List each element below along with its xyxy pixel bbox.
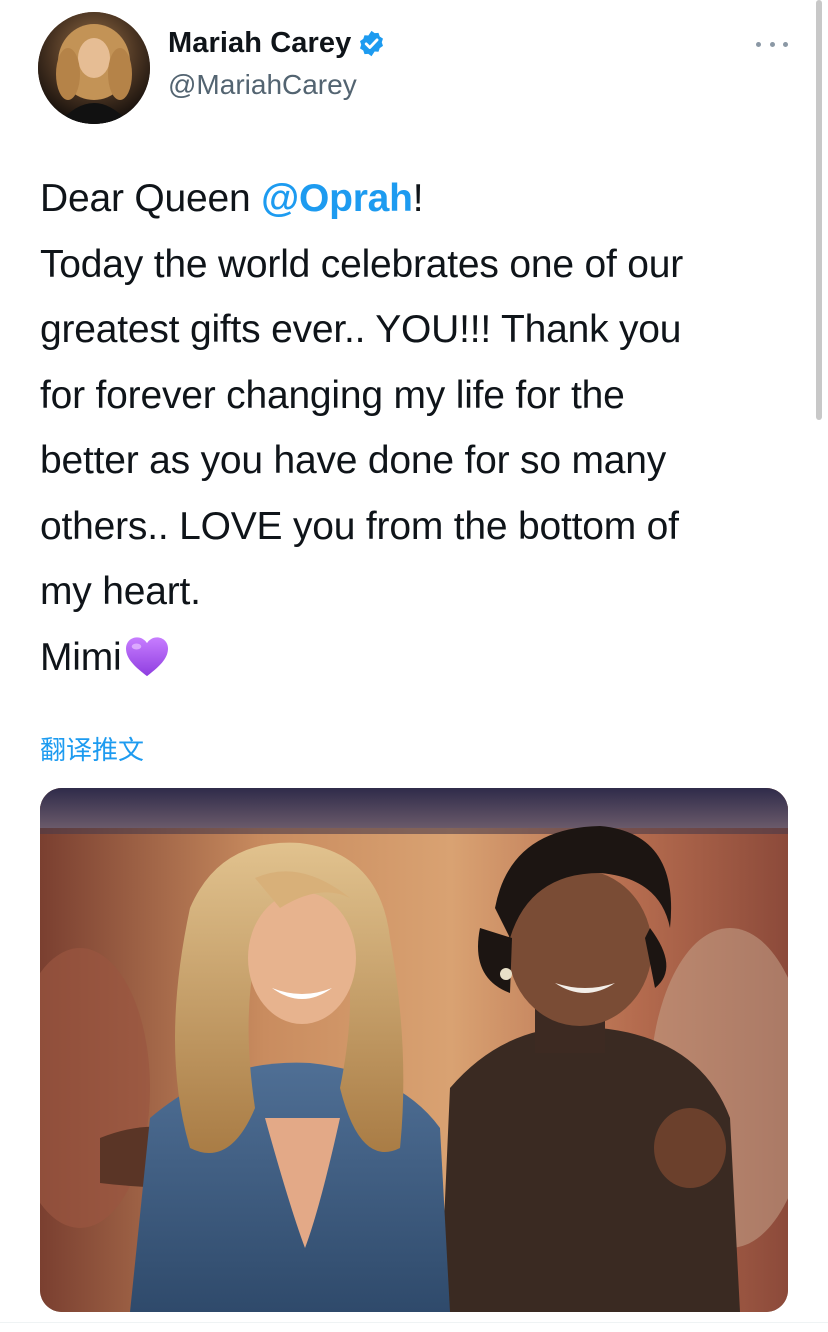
tweet-line: others.. LOVE you from the bottom of	[40, 504, 679, 548]
tweet-text: Dear Queen @Oprah! Today the world celeb…	[40, 166, 800, 690]
signature-text: Mimi	[40, 635, 122, 679]
tweet-line: Mimi	[40, 625, 800, 691]
more-dot	[783, 41, 788, 47]
translate-tweet-link[interactable]: 翻译推文	[40, 730, 144, 767]
purple-heart-icon	[125, 636, 168, 676]
author-name-text: Mariah Carey	[168, 27, 352, 59]
author-handle[interactable]: @MariahCarey	[168, 69, 357, 101]
tweet-line: greatest gifts ever.. YOU!!! Thank you	[40, 308, 682, 351]
more-options-icon[interactable]	[756, 34, 788, 54]
divider	[0, 1322, 828, 1323]
tweet-line: Today the world celebrates one of our	[40, 242, 683, 286]
tweet-line: my heart.	[40, 570, 201, 613]
tweet-line: Dear Queen @Oprah!	[40, 166, 800, 232]
more-dot	[769, 41, 775, 47]
verified-badge-icon	[360, 30, 384, 57]
greeting-text: Dear Queen	[40, 177, 262, 220]
tweet-photo[interactable]	[40, 788, 788, 1312]
mention-link-oprah[interactable]: @Oprah	[261, 177, 413, 220]
tweet-line: for forever changing my life for the	[40, 373, 625, 417]
scrollbar[interactable]	[816, 0, 822, 420]
avatar-image	[38, 12, 150, 124]
greeting-punctuation: !	[412, 177, 424, 220]
tweet-line: better as you have done for so many	[40, 439, 667, 482]
more-dot	[756, 41, 761, 47]
author-display-name[interactable]: Mariah Carey	[168, 27, 386, 60]
author-avatar[interactable]	[38, 12, 150, 124]
photo-image	[40, 788, 788, 1312]
